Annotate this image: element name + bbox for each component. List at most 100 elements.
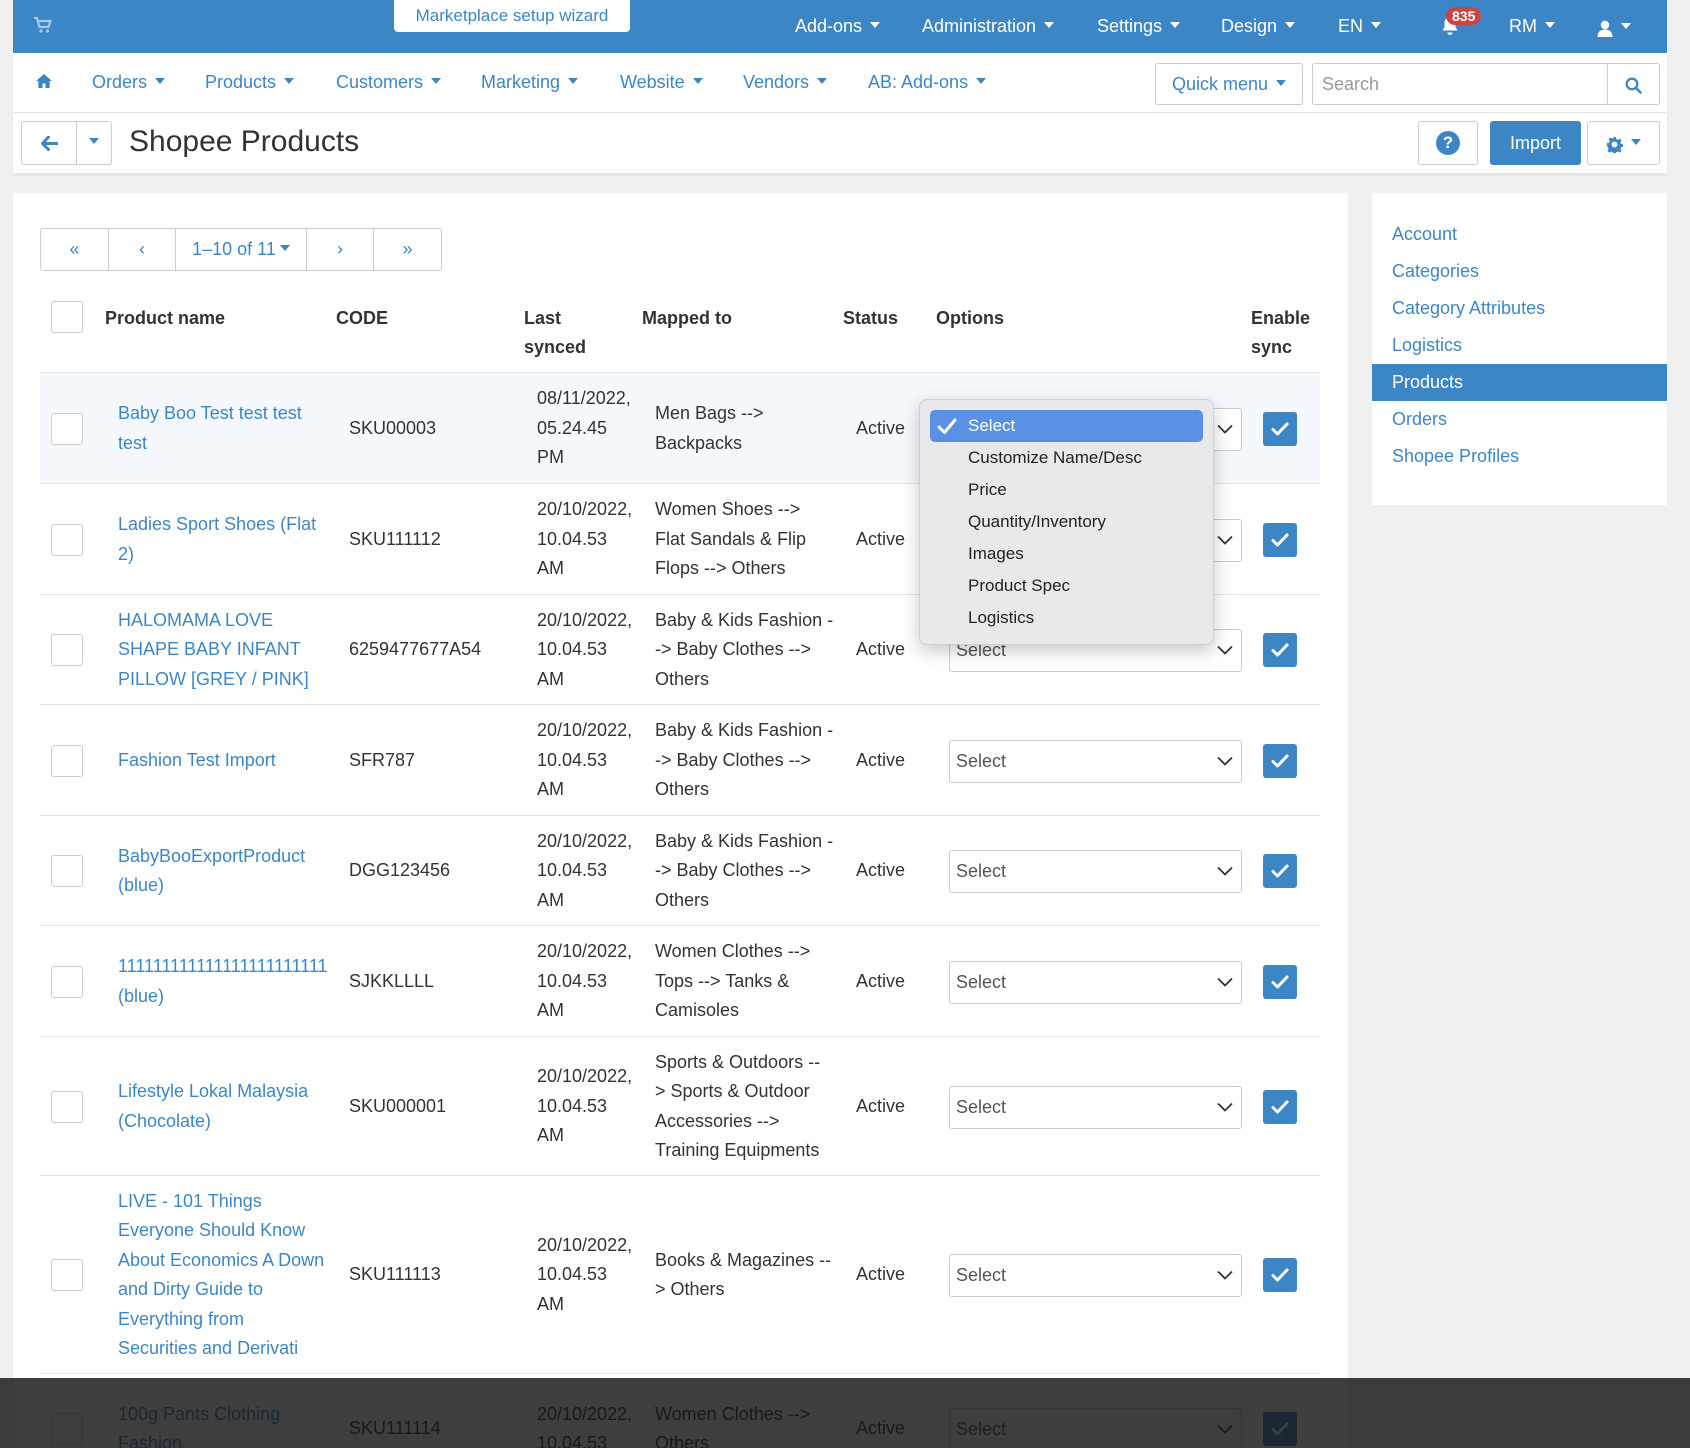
column-header-status[interactable]: Status (843, 304, 898, 333)
option-price[interactable]: Price (930, 474, 1203, 506)
currency-label: RM (1509, 16, 1537, 36)
search-button[interactable] (1607, 63, 1660, 105)
mapped-category-line: Training Equipments (655, 1140, 820, 1160)
sidebar-item-orders[interactable]: Orders (1372, 401, 1667, 438)
header-line: Enable (1251, 308, 1311, 328)
enable-sync-checkbox[interactable] (1263, 411, 1297, 446)
mapped-category-line: -> Baby Clothes --> (655, 749, 812, 770)
product-name-link[interactable]: HALOMAMA LOVE SHAPE BABY INFANT PILLOW [GR… (118, 606, 309, 695)
next-page-button[interactable]: › (307, 229, 374, 270)
product-name-link[interactable]: LIVE - 101 Things Everyone Should Know Abo… (118, 1187, 324, 1364)
sidebar-item-logistics[interactable]: Logistics (1372, 327, 1667, 364)
settings-menu-button[interactable] (1587, 121, 1660, 165)
select-all-checkbox[interactable] (51, 301, 83, 333)
sidebar-item-categories[interactable]: Categories (1372, 253, 1667, 290)
topnav-administration[interactable]: Administration (922, 16, 1055, 38)
option-label: Price (968, 480, 1007, 499)
product-name-link[interactable]: Baby Boo Test test test test (118, 399, 302, 458)
options-select[interactable]: Select (949, 960, 1242, 1004)
caret-down-icon (1044, 22, 1055, 29)
sidebar-item-account[interactable]: Account (1372, 216, 1667, 253)
options-select[interactable]: Select (949, 1085, 1242, 1129)
back-history-dropdown[interactable] (76, 121, 112, 165)
options-select[interactable]: Select (949, 850, 1242, 893)
nav-marketing[interactable]: Marketing (481, 72, 579, 93)
option-customize-name-desc[interactable]: Customize Name/Desc (930, 442, 1203, 474)
row-select-checkbox[interactable] (51, 1259, 83, 1291)
row-select-checkbox[interactable] (51, 1090, 83, 1123)
row-select-checkbox[interactable] (51, 412, 83, 445)
column-header-mapped-to[interactable]: Mapped to (642, 304, 732, 333)
row-select-checkbox[interactable] (51, 855, 83, 887)
help-button[interactable]: ? (1418, 121, 1478, 165)
sidebar-item-shopee-profiles[interactable]: Shopee Profiles (1372, 438, 1667, 475)
last-synced-line: AM (537, 889, 564, 910)
first-page-button[interactable]: « (41, 229, 109, 270)
quick-menu-button[interactable]: Quick menu (1155, 63, 1303, 105)
product-name-link[interactable]: 111111111111111111111111 (blue) (118, 952, 328, 1011)
gear-icon (1606, 136, 1624, 155)
previous-page-button[interactable]: ‹ (109, 229, 176, 270)
last-page-button[interactable]: » (374, 229, 441, 270)
page-range-label: 1–10 of 11 (192, 239, 276, 259)
marketplace-setup-wizard-button[interactable]: Marketplace setup wizard (394, 0, 630, 32)
back-button[interactable] (21, 121, 77, 165)
enable-sync-checkbox[interactable] (1263, 633, 1297, 667)
sidebar-item-category-attributes[interactable]: Category Attributes (1372, 290, 1667, 327)
status-text: Active (856, 417, 906, 438)
product-name-link[interactable]: BabyBooExportProduct (blue) (118, 842, 305, 901)
import-button[interactable]: Import (1490, 121, 1581, 165)
arrow-left-icon (40, 135, 58, 152)
row-select-checkbox[interactable] (51, 744, 83, 777)
options-select[interactable]: Select (949, 1254, 1242, 1297)
product-name-link[interactable]: Ladies Sport Shoes (Flat 2) (118, 510, 316, 569)
row-select-checkbox[interactable] (51, 965, 83, 998)
caret-down-icon (279, 245, 290, 252)
option-select[interactable]: Select (930, 410, 1203, 442)
nav-products[interactable]: Products (205, 72, 295, 93)
currency-selector[interactable]: RM (1509, 16, 1555, 38)
nav-customers[interactable]: Customers (336, 72, 442, 93)
option-product-spec[interactable]: Product Spec (930, 570, 1203, 602)
column-header-code[interactable]: CODE (336, 304, 388, 333)
page-range-selector[interactable]: 1–10 of 11 (176, 229, 307, 270)
product-name-link[interactable]: Fashion Test Import (118, 746, 276, 776)
option-quantity-inventory[interactable]: Quantity/Inventory (930, 506, 1203, 538)
status-text: Active (856, 1095, 906, 1116)
enable-sync-checkbox[interactable] (1263, 854, 1297, 888)
product-name-link-line: (blue) (118, 985, 165, 1006)
option-images[interactable]: Images (930, 538, 1203, 570)
enable-sync-checkbox[interactable] (1263, 1258, 1297, 1292)
row-select-checkbox[interactable] (51, 634, 83, 666)
enable-sync-checkbox[interactable] (1263, 743, 1297, 778)
column-header-last-synced[interactable]: Last synced (524, 304, 586, 362)
product-name-link[interactable]: Lifestyle Lokal Malaysia (Chocolate) (118, 1077, 308, 1136)
sidebar-item-products[interactable]: Products (1372, 364, 1667, 401)
option-logistics[interactable]: Logistics (930, 602, 1203, 634)
language-selector[interactable]: EN (1338, 16, 1382, 38)
enable-sync-checkbox[interactable] (1263, 964, 1297, 999)
enable-sync-checkbox[interactable] (1263, 1089, 1297, 1124)
last-synced-line: 10.04.53 (537, 639, 608, 660)
last-synced-line: 20/10/2022, (537, 830, 633, 851)
topnav-settings[interactable]: Settings (1097, 16, 1181, 38)
nav-website[interactable]: Website (620, 72, 703, 93)
options-select[interactable]: Select (949, 739, 1242, 783)
nav-vendors[interactable]: Vendors (743, 72, 828, 93)
product-name-link-line: Fashion Test Import (118, 749, 276, 770)
nav-ab-addons[interactable]: AB: Add-ons (868, 72, 987, 93)
nav-orders[interactable]: Orders (92, 72, 166, 93)
home-icon[interactable] (35, 73, 53, 94)
topnav-addons[interactable]: Add-ons (795, 16, 881, 38)
row-select-checkbox[interactable] (51, 523, 83, 556)
enable-sync-checkbox[interactable] (1263, 522, 1297, 557)
cart-icon[interactable] (33, 16, 55, 36)
product-name-link-line: About Economics A Down (118, 1249, 325, 1270)
mapped-category-line: Others (655, 889, 710, 910)
products-panel: « ‹ 1–10 of 11 › » Product name CODE Las… (13, 193, 1348, 1448)
column-header-product-name[interactable]: Product name (105, 304, 225, 333)
topnav-design[interactable]: Design (1221, 16, 1296, 38)
search-input[interactable]: Search (1312, 63, 1608, 105)
user-menu[interactable] (1597, 17, 1631, 39)
product-name-link-line: (Chocolate) (118, 1110, 212, 1131)
